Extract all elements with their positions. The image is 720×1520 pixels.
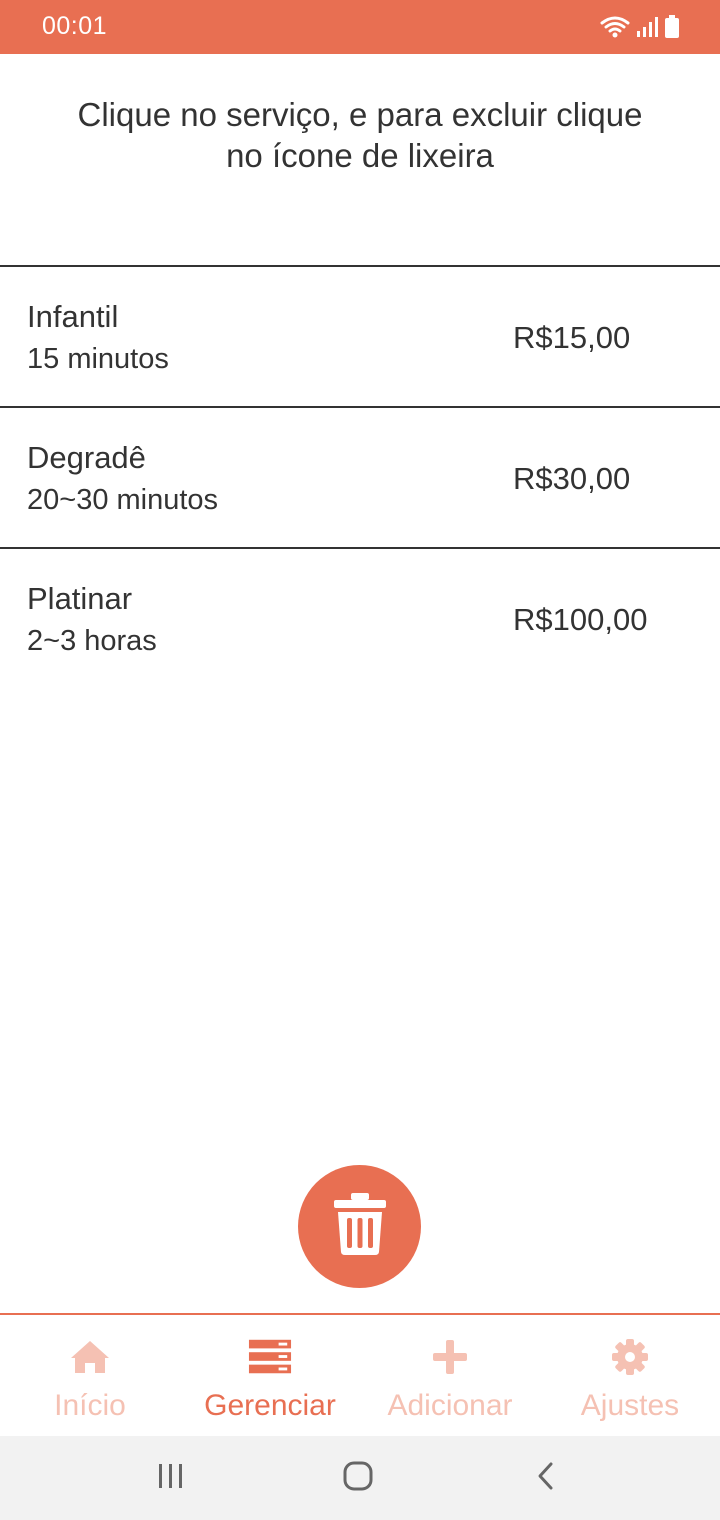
instruction-text: Clique no serviço, e para excluir clique… [40, 94, 680, 176]
service-row[interactable]: Platinar 2~3 horas R$100,00 [0, 547, 720, 688]
home-button-icon [342, 1460, 374, 1497]
instruction-line-1: Clique no serviço, e para excluir clique [77, 96, 643, 133]
status-bar: 00:01 [0, 0, 720, 54]
service-list: Infantil 15 minutos R$15,00 Degradê 20~3… [0, 265, 720, 688]
status-icons [600, 14, 680, 40]
nav-label: Gerenciar [204, 1389, 336, 1422]
signal-icon [636, 15, 658, 39]
nav-item-gerenciar[interactable]: Gerenciar [180, 1315, 360, 1438]
nav-label: Início [54, 1389, 126, 1422]
service-name: Infantil [27, 299, 119, 334]
nav-item-ajustes[interactable]: Ajustes [540, 1315, 720, 1438]
system-nav-bar [0, 1436, 720, 1520]
service-duration: 2~3 horas [27, 625, 157, 657]
home-button[interactable] [328, 1458, 388, 1498]
gear-icon [608, 1337, 652, 1377]
recents-button[interactable] [141, 1458, 201, 1498]
bottom-nav: Início Gerenciar Adicionar Ajustes [0, 1313, 720, 1438]
service-name: Platinar [27, 581, 133, 616]
service-row[interactable]: Infantil 15 minutos R$15,00 [0, 265, 720, 406]
plus-icon [428, 1337, 472, 1377]
list-icon [248, 1337, 292, 1377]
battery-icon [664, 15, 680, 39]
back-icon [535, 1461, 557, 1496]
nav-item-adicionar[interactable]: Adicionar [360, 1315, 540, 1438]
service-price: R$15,00 [513, 320, 631, 355]
service-duration: 20~30 minutos [27, 484, 219, 516]
nav-label: Adicionar [387, 1389, 513, 1422]
recents-icon [156, 1462, 186, 1495]
service-price: R$100,00 [513, 602, 648, 637]
back-button[interactable] [516, 1458, 576, 1498]
service-duration: 15 minutos [27, 343, 169, 375]
delete-button[interactable] [298, 1165, 421, 1288]
status-time: 00:01 [42, 12, 108, 40]
trash-icon [331, 1192, 389, 1261]
wifi-icon [600, 15, 630, 39]
nav-label: Ajustes [580, 1389, 680, 1422]
instruction-line-2: no ícone de lixeira [226, 137, 494, 174]
service-name: Degradê [27, 440, 146, 475]
service-price: R$30,00 [513, 461, 631, 496]
service-row[interactable]: Degradê 20~30 minutos R$30,00 [0, 406, 720, 547]
home-icon [68, 1337, 112, 1377]
nav-item-inicio[interactable]: Início [0, 1315, 180, 1438]
